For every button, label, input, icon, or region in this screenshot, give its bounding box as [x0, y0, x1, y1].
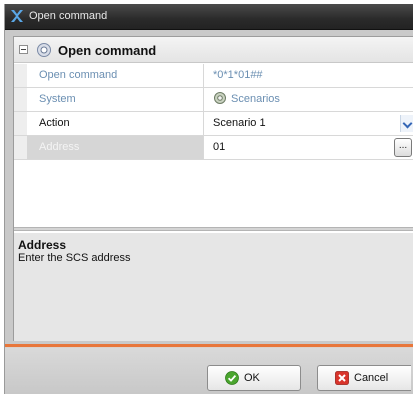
collapse-toggle-icon[interactable] [19, 45, 28, 54]
chevron-down-icon[interactable] [400, 115, 413, 132]
help-text: Enter the SCS address [18, 252, 131, 264]
property-row-open-command: Open command *0*1*01## [14, 64, 413, 88]
cancel-button[interactable]: Cancel [317, 365, 411, 391]
open-command-dialog: Open command Open command Open command *… [4, 4, 413, 394]
properties-panel: Open command Open command *0*1*01## Syst… [13, 36, 413, 341]
property-label: System [27, 88, 204, 111]
action-select-value: Scenario 1 [213, 117, 266, 129]
help-pane: Address Enter the SCS address [14, 233, 413, 341]
cancel-label: Cancel [354, 372, 389, 384]
section-header[interactable]: Open command [14, 37, 413, 63]
settings-gear-icon [37, 43, 51, 57]
window-title: Open command [29, 10, 108, 22]
row-gutter [14, 64, 27, 87]
browse-button[interactable]: ... [394, 138, 412, 157]
property-label: Address [27, 136, 204, 159]
ok-button[interactable]: OK [207, 365, 301, 391]
property-label: Action [27, 112, 204, 135]
row-gutter [14, 136, 27, 159]
close-icon [335, 371, 349, 385]
app-logo-icon [11, 10, 23, 22]
address-value: 01 [213, 141, 226, 153]
address-field[interactable]: 01 ... [204, 136, 413, 159]
scenarios-icon [214, 92, 226, 105]
section-title: Open command [58, 43, 157, 58]
property-value: Scenarios [231, 93, 280, 105]
property-value: *0*1*01## [213, 69, 263, 81]
title-bar: Open command [5, 4, 413, 30]
row-gutter [14, 112, 27, 135]
accent-line [5, 344, 413, 347]
property-row-address[interactable]: Address 01 ... [14, 136, 413, 160]
help-title: Address [18, 238, 67, 252]
property-value-cell: Scenarios [204, 88, 413, 111]
property-label: Open command [27, 64, 204, 87]
action-select[interactable]: Scenario 1 [204, 112, 413, 135]
property-grid: Open command *0*1*01## System Scenarios … [14, 64, 413, 160]
property-row-action[interactable]: Action Scenario 1 [14, 112, 413, 136]
dialog-footer: OK Cancel [5, 344, 413, 394]
ok-label: OK [244, 372, 260, 384]
property-row-system: System Scenarios [14, 88, 413, 112]
row-gutter [14, 88, 27, 111]
checkmark-icon [225, 371, 239, 385]
splitter[interactable] [14, 227, 413, 231]
